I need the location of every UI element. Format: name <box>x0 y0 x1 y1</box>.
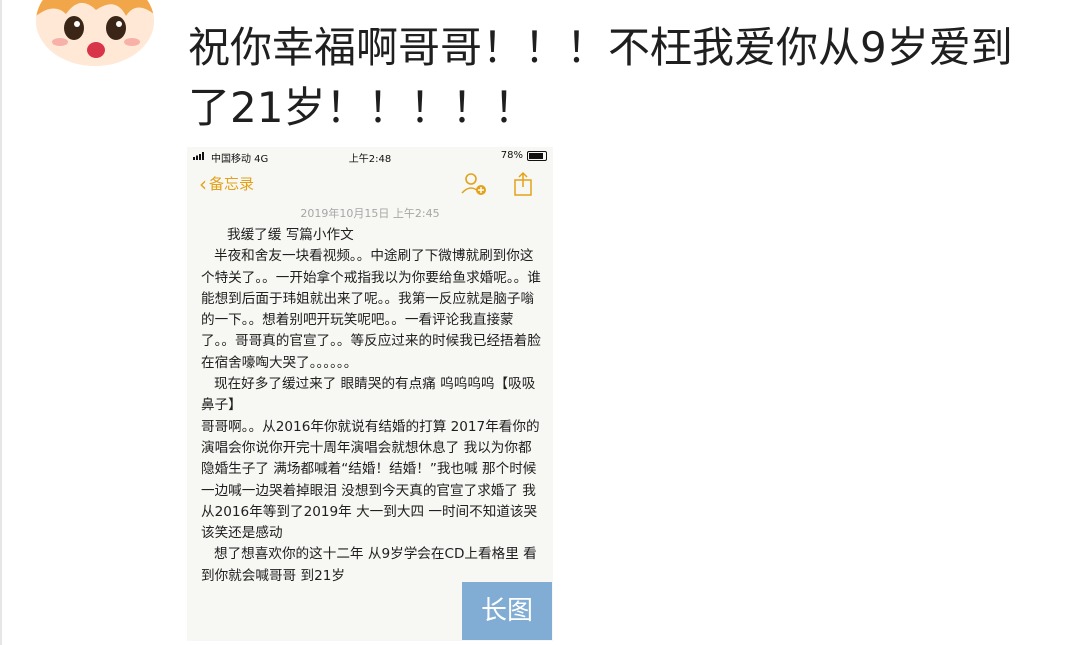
note-line: 现在好多了缓过来了 眼睛哭的有点痛 呜呜呜呜【吸吸鼻子】 <box>201 376 536 414</box>
back-label: 备忘录 <box>209 175 255 193</box>
note-body: 我缓了缓 写篇小作文 半夜和舍友一块看视频。。中途刷了下微博就刷到你这个特关了。… <box>201 225 541 587</box>
share-icon[interactable] <box>513 171 533 197</box>
battery-percent: 78% <box>500 150 523 161</box>
battery-icon <box>527 150 547 161</box>
note-line: 哥哥啊。。从2016年你就说有结婚的打算 2017年看你的演唱会你说你开完十周年… <box>201 418 540 542</box>
note-screenshot[interactable]: 中国移动 4G 上午2:48 78% ‹ 备忘录 2019年10月15日 上午2… <box>187 147 553 641</box>
long-image-badge[interactable]: 长图 <box>462 582 552 640</box>
chevron-left-icon: ‹ <box>199 171 207 196</box>
note-date: 2019年10月15日 上午2:45 <box>300 207 440 220</box>
note-line: 我缓了缓 写篇小作文 <box>227 227 354 243</box>
note-line: 半夜和舍友一块看视频。。中途刷了下微博就刷到你这个特关了。。一开始拿个戒指我以为… <box>201 248 541 371</box>
add-person-icon[interactable] <box>459 171 489 197</box>
status-time: 上午2:48 <box>348 154 392 165</box>
status-right: 78% <box>501 150 547 161</box>
post-text: 祝你幸福啊哥哥！！！不枉我爱你从9岁爱到了21岁！！！！！ <box>188 23 1013 132</box>
left-border <box>0 0 2 645</box>
back-button[interactable]: ‹ 备忘录 <box>199 173 254 194</box>
note-line: 想了想喜欢你的这十二年 从9岁学会在CD上看格里 看到你就会喊哥哥 到21岁 <box>201 546 537 584</box>
nav-bar: ‹ 备忘录 <box>187 169 553 199</box>
avatar[interactable] <box>36 0 154 66</box>
status-bar: 中国移动 4G 上午2:48 78% <box>187 147 553 165</box>
